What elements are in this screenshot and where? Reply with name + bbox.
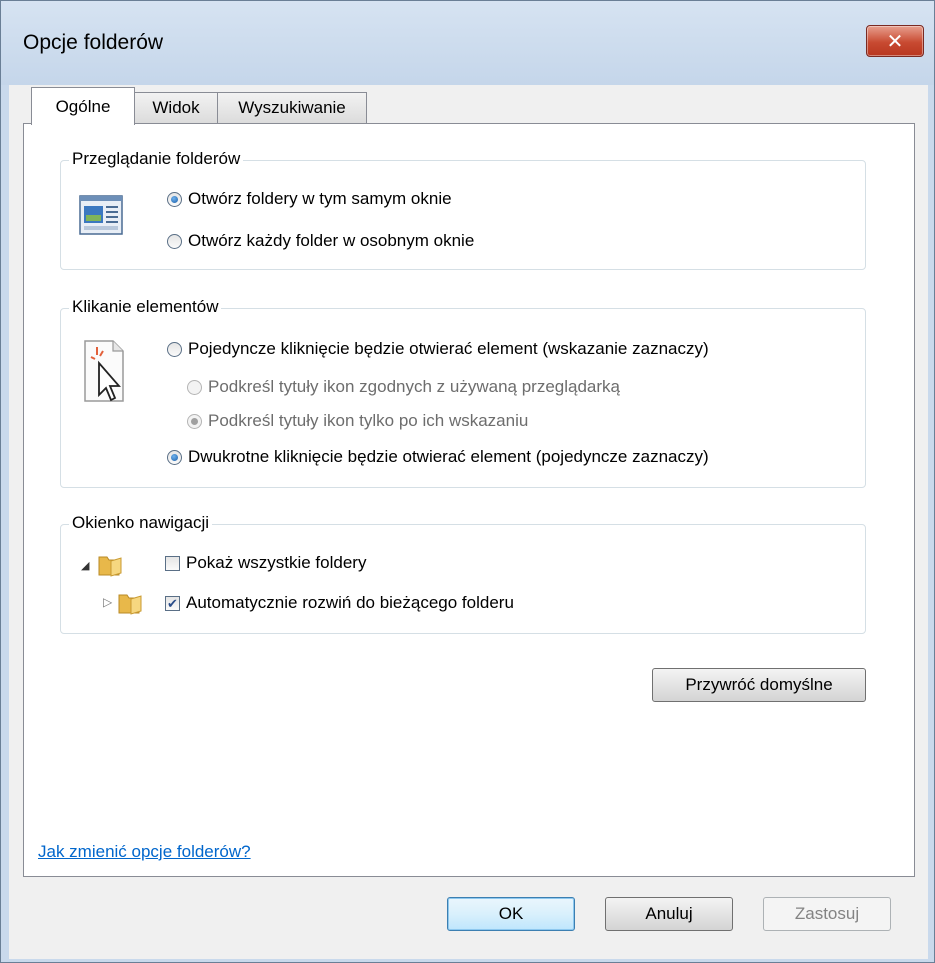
tab-general[interactable]: Ogólne [31, 87, 135, 125]
underline-browser-option[interactable]: Podkreśl tytuły ikon zgodnych z używaną … [187, 377, 620, 397]
radio-icon [167, 233, 182, 249]
single-click-option[interactable]: Pojedyncze kliknięcie będzie otwierać el… [167, 339, 709, 359]
show-all-folders-option[interactable]: Pokaż wszystkie foldery [165, 553, 366, 573]
auto-expand-option[interactable]: ✔ Automatycznie rozwiń do bieżącego fold… [165, 593, 514, 613]
tab-general-label: Ogólne [55, 96, 111, 116]
double-click-option[interactable]: Dwukrotne kliknięcie będzie otwierać ele… [167, 447, 709, 467]
open-same-window-label: Otwórz foldery w tym samym oknie [188, 189, 452, 208]
single-click-label: Pojedyncze kliknięcie będzie otwierać el… [188, 339, 709, 358]
ok-button[interactable]: OK [447, 897, 575, 931]
radio-icon [187, 413, 202, 429]
browse-folders-label: Przeglądanie folderów [69, 149, 244, 169]
open-same-window-option[interactable]: Otwórz foldery w tym samym oknie [167, 189, 452, 209]
close-button[interactable]: ✕ [866, 25, 924, 57]
window-icon [79, 195, 123, 240]
folder-icon [117, 591, 143, 620]
open-separate-window-label: Otwórz każdy folder w osobnym oknie [188, 231, 475, 250]
cancel-button[interactable]: Anuluj [605, 897, 733, 931]
navigation-pane-group: Okienko nawigacji ◢ Pokaż wszystkie fold… [60, 513, 866, 634]
double-click-label: Dwukrotne kliknięcie będzie otwierać ele… [188, 447, 709, 466]
title-bar[interactable]: Opcje folderów ✕ [1, 1, 934, 85]
underline-hover-label: Podkreśl tytuły ikon tylko po ich wskaza… [208, 411, 529, 430]
underline-hover-option[interactable]: Podkreśl tytuły ikon tylko po ich wskaza… [187, 411, 528, 431]
radio-icon [167, 191, 182, 207]
window-title: Opcje folderów [23, 31, 164, 54]
tab-search[interactable]: Wyszukiwanie [217, 92, 367, 123]
radio-icon [187, 379, 202, 395]
folder-icon [97, 553, 123, 582]
close-icon: ✕ [886, 30, 904, 53]
click-items-label: Klikanie elementów [69, 297, 222, 317]
browse-folders-group: Przeglądanie folderów Otwórz foldery w t… [60, 149, 866, 270]
radio-icon [167, 341, 182, 357]
expanded-triangle-icon: ◢ [81, 560, 90, 572]
underline-browser-label: Podkreśl tytuły ikon zgodnych z używaną … [208, 377, 620, 396]
show-all-folders-label: Pokaż wszystkie foldery [186, 553, 367, 572]
radio-icon [167, 449, 182, 465]
checkbox-icon: ✔ [165, 595, 180, 611]
collapsed-triangle-icon: ▷ [103, 595, 113, 609]
tab-search-label: Wyszukiwanie [238, 98, 346, 117]
open-separate-window-option[interactable]: Otwórz każdy folder w osobnym oknie [167, 231, 474, 251]
checkbox-icon [165, 555, 180, 571]
tab-view-label: Widok [152, 98, 200, 117]
auto-expand-label: Automatycznie rozwiń do bieżącego folder… [186, 593, 514, 612]
help-link[interactable]: Jak zmienić opcje folderów? [38, 842, 251, 862]
tab-view[interactable]: Widok [133, 92, 219, 123]
click-items-group: Klikanie elementów Pojedyncze kliknięcie… [60, 297, 866, 488]
dialog-client: Ogólne Widok Wyszukiwanie Przeglądanie f… [9, 85, 928, 959]
navigation-pane-label: Okienko nawigacji [69, 513, 213, 533]
apply-button[interactable]: Zastosuj [763, 897, 891, 931]
folder-options-window: Opcje folderów ✕ Ogólne Widok Wyszukiwan… [0, 0, 935, 963]
tab-panel-general: Przeglądanie folderów Otwórz foldery w t… [23, 123, 915, 877]
restore-defaults-button[interactable]: Przywróć domyślne [652, 668, 866, 702]
click-cursor-icon [83, 337, 127, 410]
